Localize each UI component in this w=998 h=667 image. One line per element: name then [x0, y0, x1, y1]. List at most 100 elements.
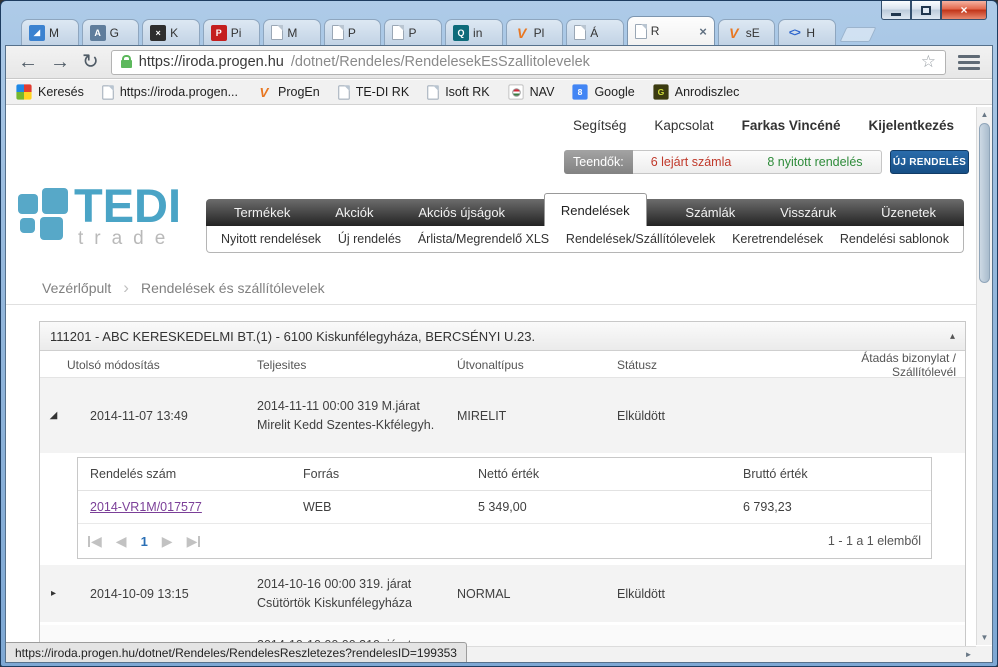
bookmark[interactable]: TE-DI RK: [338, 84, 409, 100]
scroll-down-icon[interactable]: ▼: [977, 630, 992, 645]
page-icon: [338, 84, 350, 100]
browser-tab[interactable]: ◢ M: [21, 19, 79, 45]
col-teljesites: Teljesites: [257, 358, 307, 372]
status-bar-url: https://iroda.progen.hu/dotnet/Rendeles/…: [6, 642, 467, 662]
logo-square: [40, 217, 63, 240]
subnav-keretrendelesek[interactable]: Keretrendelések: [732, 232, 823, 246]
browser-tab[interactable]: P Pi: [202, 19, 261, 45]
browser-tab[interactable]: Qin: [445, 19, 503, 45]
window-controls: ×: [881, 1, 987, 20]
nav-szamlak[interactable]: Számlák: [679, 199, 741, 226]
https-lock-icon[interactable]: [120, 55, 132, 68]
table-row[interactable]: ◢ 2014-11-07 13:49 2014-11-11 00:00 319 …: [40, 378, 965, 453]
logo-title: TEDI: [74, 179, 182, 232]
back-button[interactable]: ←: [18, 52, 38, 72]
browser-tab[interactable]: <> H: [778, 19, 836, 45]
nav-visszaruk[interactable]: Visszáruk: [774, 199, 842, 226]
browser-tab[interactable]: × K: [142, 19, 200, 45]
maximize-button[interactable]: [911, 1, 941, 20]
browser-tab[interactable]: V Pl: [505, 19, 564, 45]
browser-tab[interactable]: P: [323, 19, 382, 45]
bookmark[interactable]: Isoft RK: [427, 84, 490, 100]
pager-next-icon[interactable]: ▶: [162, 533, 173, 550]
overdue-invoices-link[interactable]: 6 lejárt számla: [651, 155, 732, 169]
tab-title: P: [347, 25, 356, 40]
bookmark[interactable]: 8 Google: [572, 84, 635, 100]
reload-button[interactable]: ↻: [82, 52, 99, 72]
nav-termekek[interactable]: Termékek: [228, 199, 296, 226]
subnav-nyitott-rendelesek[interactable]: Nyitott rendelések: [221, 232, 321, 246]
subnav-rendelesek-szallitolevelek[interactable]: Rendelések/Szállítólevelek: [566, 232, 715, 246]
tab-title: H: [806, 25, 816, 40]
help-link[interactable]: Segítség: [573, 118, 626, 133]
minimize-button[interactable]: [881, 1, 911, 20]
tedi-logo[interactable]: TEDI trade: [16, 179, 196, 256]
new-order-button[interactable]: ÚJ RENDELÉS: [890, 150, 969, 174]
close-window-button[interactable]: ×: [941, 1, 987, 20]
detail-row: 2014-VR1M/017577 WEB 5 349,00 6 793,23: [78, 491, 931, 524]
pager-first-icon[interactable]: ◀: [88, 533, 102, 550]
progen-icon: V: [729, 24, 739, 41]
col-utolso-modositas: Utolsó módosítás: [67, 358, 160, 372]
logo-square: [18, 194, 38, 214]
tab-title: M: [287, 25, 298, 40]
browser-menu-button[interactable]: [958, 54, 980, 70]
bookmark[interactable]: https://iroda.progen...: [102, 84, 238, 100]
subnav-arlista-xls[interactable]: Árlista/Megrendelő XLS: [418, 232, 549, 246]
expand-row-icon[interactable]: ▸: [40, 588, 67, 599]
browser-tab-active[interactable]: R ×: [626, 16, 715, 45]
nav-uzenetek[interactable]: Üzenetek: [875, 199, 942, 226]
window-titlebar[interactable]: × ◢ M AG × K P Pi M P P Qin V Pl Á R × VsE <>…: [5, 1, 993, 45]
breadcrumb-home[interactable]: Vezérlőpult: [42, 280, 111, 296]
tab-close-icon[interactable]: ×: [699, 25, 707, 38]
avg-icon: [16, 84, 32, 100]
main-nav: Termékek Akciók Akciós újságok Rendelése…: [206, 193, 964, 226]
logout-link[interactable]: Kijelentkezés: [868, 118, 954, 133]
vertical-scrollbar[interactable]: ▲ ▼: [976, 107, 992, 645]
contact-link[interactable]: Kapcsolat: [654, 118, 713, 133]
bookmark[interactable]: V ProgEn: [256, 84, 320, 100]
pager-last-icon[interactable]: ▶: [187, 533, 201, 550]
browser-tab[interactable]: M: [263, 19, 321, 45]
pager: ◀ ◀ 1 ▶ ▶ 1 - 1 a 1 elemből: [78, 524, 931, 558]
pager-page-number[interactable]: 1: [141, 534, 148, 549]
address-bar[interactable]: https://iroda.progen.hu/dotnet/Rendeles/…: [110, 49, 946, 75]
scroll-right-icon[interactable]: ►: [961, 647, 976, 662]
subnav-rendelesi-sablonok[interactable]: Rendelési sablonok: [840, 232, 949, 246]
nav-akcios-ujsagok[interactable]: Akciós újságok: [412, 199, 511, 226]
search-icon: Q: [453, 24, 470, 41]
bookmark[interactable]: Keresés: [16, 84, 84, 100]
subnav-uj-rendeles[interactable]: Új rendelés: [338, 232, 401, 246]
new-tab-button[interactable]: [839, 27, 877, 42]
scroll-up-icon[interactable]: ▲: [977, 107, 992, 122]
browser-tab[interactable]: VsE: [717, 19, 776, 45]
orders-panel: 111201 - ABC KERESKEDELMI BT.(1) - 6100 …: [39, 321, 966, 662]
collapse-row-icon[interactable]: ◢: [40, 410, 67, 421]
tab-title: M: [49, 25, 59, 40]
order-number-link[interactable]: 2014-VR1M/017577: [90, 500, 202, 514]
bookmark-star-icon[interactable]: ☆: [921, 52, 936, 72]
nav-rendelesek[interactable]: Rendelések: [543, 193, 647, 226]
browser-window: × ◢ M AG × K P Pi M P P Qin V Pl Á R × VsE <>…: [0, 0, 998, 667]
nav-akciok[interactable]: Akciók: [329, 199, 379, 226]
url-path: /dotnet/Rendeles/RendelesekEsSzallitolev…: [290, 54, 590, 70]
chevron-right-icon: ›: [123, 278, 129, 297]
pager-prev-icon[interactable]: ◀: [116, 533, 127, 550]
open-orders-link[interactable]: 8 nyitott rendelés: [767, 155, 862, 169]
page-icon: [331, 25, 344, 40]
browser-tab[interactable]: Á: [566, 19, 624, 45]
customer-header[interactable]: 111201 - ABC KERESKEDELMI BT.(1) - 6100 …: [40, 322, 965, 351]
forward-button[interactable]: →: [50, 52, 70, 72]
browser-tab[interactable]: AG: [81, 19, 140, 45]
user-name[interactable]: Farkas Vincéné: [742, 118, 841, 133]
scrollbar-corner: [976, 646, 992, 662]
browser-tab[interactable]: P: [384, 19, 443, 45]
fulfillment-cell: 2014-11-11 00:00 319 M.járat Mirelit Ked…: [257, 399, 435, 432]
col-utvonaltipus: Útvonaltípus: [457, 358, 524, 372]
collapse-panel-icon[interactable]: ▴: [950, 331, 955, 342]
vertical-scrollbar-thumb[interactable]: [979, 123, 990, 283]
bookmark[interactable]: G Anrodiszlec: [653, 84, 739, 100]
customer-title: 111201 - ABC KERESKEDELMI BT.(1) - 6100 …: [50, 328, 536, 344]
bookmark[interactable]: NAV: [508, 84, 554, 100]
table-row[interactable]: ▸ 2014-10-09 13:15 2014-10-16 00:00 319.…: [40, 565, 965, 622]
